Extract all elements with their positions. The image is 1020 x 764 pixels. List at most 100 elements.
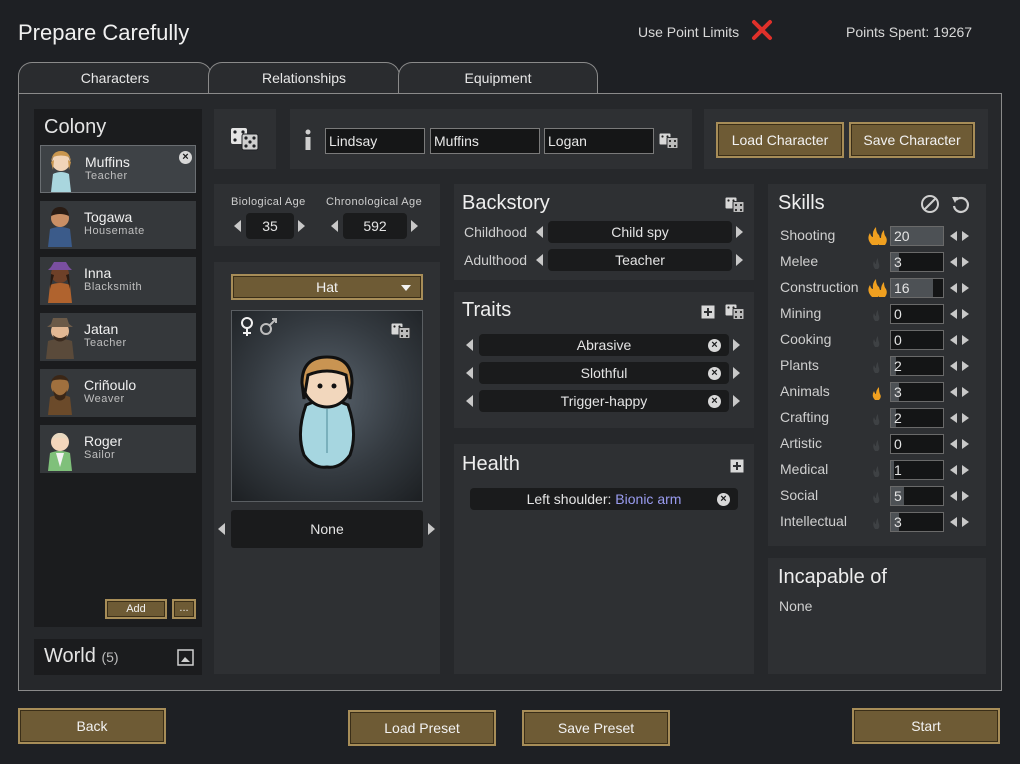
no-passion-icon[interactable] [866, 486, 888, 506]
skill-level-field[interactable]: 3 [890, 382, 944, 402]
tab-equipment[interactable]: Equipment [398, 62, 598, 96]
skill-increase-arrow-icon[interactable] [962, 283, 969, 293]
pawn-inna[interactable]: Inna Blacksmith [40, 257, 196, 305]
point-limits-toggle-x-icon[interactable] [751, 19, 773, 41]
randomize-all-dice-icon[interactable] [230, 127, 260, 151]
bio-age-decrease-arrow-icon[interactable] [234, 220, 241, 232]
start-button[interactable]: Start [852, 708, 1000, 744]
trait-item[interactable]: Trigger-happy [479, 390, 729, 412]
no-passion-icon[interactable] [866, 434, 888, 454]
no-passion-icon[interactable] [866, 252, 888, 272]
skill-level-field[interactable]: 2 [890, 356, 944, 376]
no-passion-icon[interactable] [866, 304, 888, 324]
skill-increase-arrow-icon[interactable] [962, 231, 969, 241]
load-character-button[interactable]: Load Character [716, 122, 844, 158]
skill-decrease-arrow-icon[interactable] [950, 387, 957, 397]
skill-increase-arrow-icon[interactable] [962, 387, 969, 397]
skill-increase-arrow-icon[interactable] [962, 413, 969, 423]
skill-decrease-arrow-icon[interactable] [950, 257, 957, 267]
tab-relationships[interactable]: Relationships [208, 62, 400, 96]
skill-decrease-arrow-icon[interactable] [950, 231, 957, 241]
skill-decrease-arrow-icon[interactable] [950, 309, 957, 319]
childhood-prev-arrow-icon[interactable] [536, 226, 543, 238]
apparel-item-value[interactable]: None [231, 510, 423, 548]
trait-item[interactable]: Abrasive [479, 334, 729, 356]
childhood-value[interactable]: Child spy [548, 221, 732, 243]
skill-level-field[interactable]: 0 [890, 330, 944, 350]
first-name-input[interactable]: Lindsay [325, 128, 425, 154]
no-passion-icon[interactable] [866, 512, 888, 532]
trait-prev-arrow-icon[interactable] [466, 339, 473, 351]
apparel-next-arrow-icon[interactable] [428, 523, 435, 535]
remove-health-icon[interactable]: × [717, 493, 730, 506]
chrono-age-increase-arrow-icon[interactable] [411, 220, 418, 232]
skill-level-field[interactable]: 3 [890, 252, 944, 272]
skill-level-field[interactable]: 5 [890, 486, 944, 506]
trait-prev-arrow-icon[interactable] [466, 367, 473, 379]
chrono-age-decrease-arrow-icon[interactable] [331, 220, 338, 232]
tab-characters[interactable]: Characters [18, 62, 212, 96]
skill-decrease-arrow-icon[interactable] [950, 465, 957, 475]
trait-next-arrow-icon[interactable] [733, 395, 740, 407]
chronological-age-value[interactable]: 592 [343, 213, 407, 239]
expand-world-icon[interactable] [177, 649, 194, 666]
pawn-crinoulo[interactable]: Criñoulo Weaver [40, 369, 196, 417]
trait-item[interactable]: Slothful [479, 362, 729, 384]
apparel-layer-dropdown[interactable]: Hat [231, 274, 423, 300]
major-passion-flame-icon[interactable] [866, 226, 888, 246]
add-trait-icon[interactable] [701, 305, 715, 319]
skill-decrease-arrow-icon[interactable] [950, 413, 957, 423]
skill-level-field[interactable]: 16 [890, 278, 944, 298]
health-item[interactable]: Left shoulder: Bionic arm [470, 488, 738, 510]
minor-passion-flame-icon[interactable] [866, 382, 888, 402]
skill-decrease-arrow-icon[interactable] [950, 439, 957, 449]
skill-level-field[interactable]: 2 [890, 408, 944, 428]
more-options-button[interactable]: ... [172, 599, 196, 619]
no-passion-icon[interactable] [866, 460, 888, 480]
skill-increase-arrow-icon[interactable] [962, 517, 969, 527]
remove-trait-icon[interactable]: × [708, 395, 721, 408]
remove-trait-icon[interactable]: × [708, 339, 721, 352]
pawn-roger[interactable]: Roger Sailor [40, 425, 196, 473]
childhood-next-arrow-icon[interactable] [736, 226, 743, 238]
pawn-jatan[interactable]: Jatan Teacher [40, 313, 196, 361]
adulthood-next-arrow-icon[interactable] [736, 254, 743, 266]
remove-pawn-icon[interactable]: × [179, 151, 192, 164]
reset-skills-icon[interactable] [950, 194, 970, 214]
skill-decrease-arrow-icon[interactable] [950, 283, 957, 293]
clear-skills-icon[interactable] [920, 194, 940, 214]
trait-prev-arrow-icon[interactable] [466, 395, 473, 407]
skill-increase-arrow-icon[interactable] [962, 335, 969, 345]
randomize-name-dice-icon[interactable] [659, 133, 679, 149]
no-passion-icon[interactable] [866, 408, 888, 428]
skill-increase-arrow-icon[interactable] [962, 309, 969, 319]
trait-next-arrow-icon[interactable] [733, 367, 740, 379]
adulthood-value[interactable]: Teacher [548, 249, 732, 271]
randomize-traits-dice-icon[interactable] [725, 304, 745, 320]
skill-increase-arrow-icon[interactable] [962, 439, 969, 449]
skill-increase-arrow-icon[interactable] [962, 465, 969, 475]
biological-age-value[interactable]: 35 [246, 213, 294, 239]
trait-next-arrow-icon[interactable] [733, 339, 740, 351]
skill-decrease-arrow-icon[interactable] [950, 361, 957, 371]
last-name-input[interactable]: Logan [544, 128, 654, 154]
back-button[interactable]: Back [18, 708, 166, 744]
save-preset-button[interactable]: Save Preset [522, 710, 670, 746]
skill-decrease-arrow-icon[interactable] [950, 491, 957, 501]
apparel-prev-arrow-icon[interactable] [218, 523, 225, 535]
nickname-input[interactable]: Muffins [430, 128, 540, 154]
add-pawn-button[interactable]: Add [105, 599, 167, 619]
save-character-button[interactable]: Save Character [849, 122, 975, 158]
skill-increase-arrow-icon[interactable] [962, 361, 969, 371]
load-preset-button[interactable]: Load Preset [348, 710, 496, 746]
skill-level-field[interactable]: 20 [890, 226, 944, 246]
skill-level-field[interactable]: 3 [890, 512, 944, 532]
skill-increase-arrow-icon[interactable] [962, 491, 969, 501]
pawn-togawa[interactable]: Togawa Housemate [40, 201, 196, 249]
randomize-appearance-dice-icon[interactable] [391, 323, 411, 339]
skill-decrease-arrow-icon[interactable] [950, 517, 957, 527]
no-passion-icon[interactable] [866, 356, 888, 376]
no-passion-icon[interactable] [866, 330, 888, 350]
remove-trait-icon[interactable]: × [708, 367, 721, 380]
major-passion-flame-icon[interactable] [866, 278, 888, 298]
